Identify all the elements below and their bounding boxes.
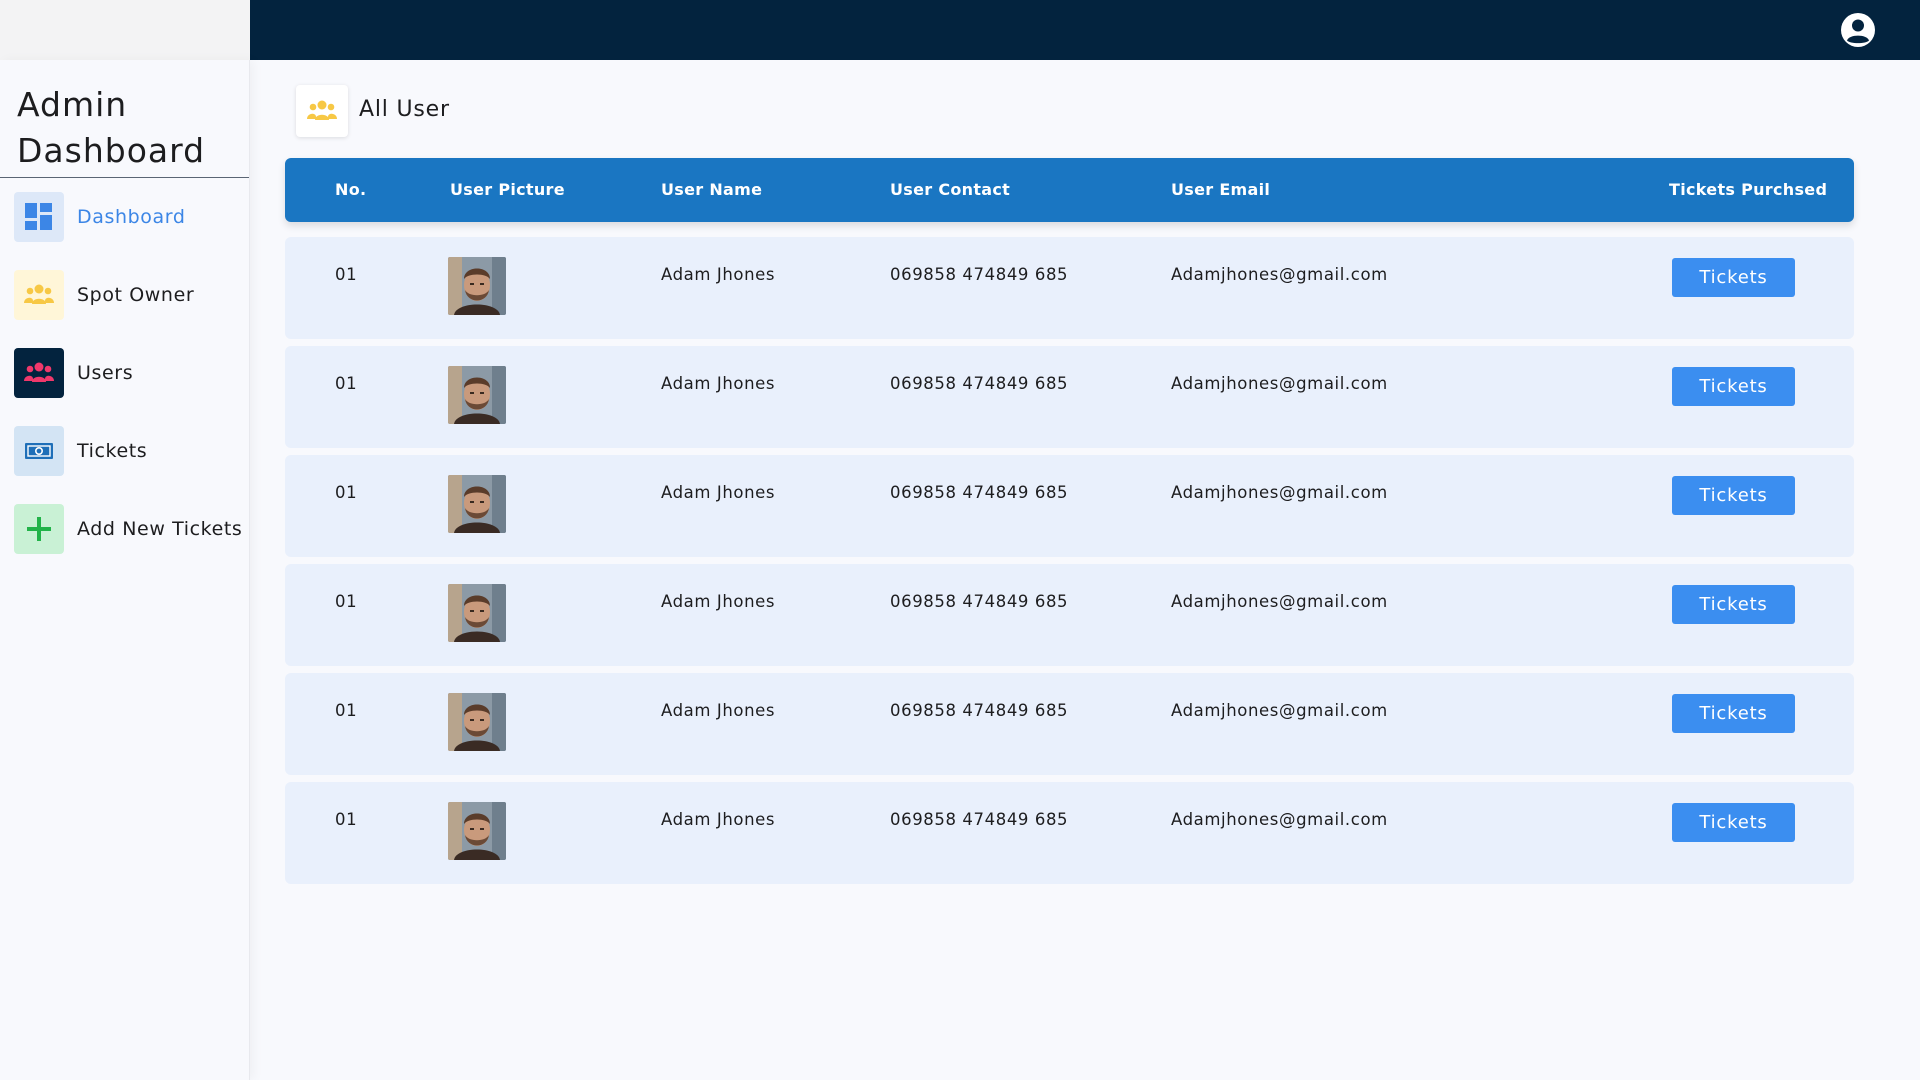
avatar <box>448 257 506 315</box>
sidebar-title-line2: Dashboard <box>17 131 206 170</box>
column-header-contact: User Contact <box>890 180 1011 199</box>
sidebar-item-add-new-tickets[interactable]: Add New Tickets <box>0 490 249 568</box>
user-email: Adamjhones@gmail.com <box>1171 483 1388 502</box>
row-number: 01 <box>335 374 358 393</box>
user-name: Adam Jhones <box>661 374 776 393</box>
sidebar-item-tickets[interactable]: Tickets <box>0 412 249 490</box>
sidebar-item-users[interactable]: Users <box>0 334 249 412</box>
plus-icon <box>14 504 64 554</box>
sidebar-item-dashboard[interactable]: Dashboard <box>0 178 249 256</box>
top-bar <box>0 0 1920 60</box>
table-row: 01 Adam Jhones 069858 474849 685 Adamjhones… <box>285 455 1854 557</box>
user-contact: 069858 474849 685 <box>890 265 1069 284</box>
column-header-tickets: Tickets Purchsed <box>1669 180 1828 199</box>
sidebar-nav: Dashboard Spot Owner Users Tickets Add N… <box>0 178 249 568</box>
user-email: Adamjhones@gmail.com <box>1171 701 1388 720</box>
table-row: 01 Adam Jhones 069858 474849 685 Adamjhones… <box>285 346 1854 448</box>
column-header-email: User Email <box>1171 180 1271 199</box>
user-contact: 069858 474849 685 <box>890 810 1069 829</box>
sidebar: Admin Dashboard Dashboard Spot Owner Use… <box>0 60 250 1080</box>
tickets-button[interactable]: Tickets <box>1672 694 1795 733</box>
tickets-button[interactable]: Tickets <box>1672 367 1795 406</box>
user-name: Adam Jhones <box>661 810 776 829</box>
tickets-button[interactable]: Tickets <box>1672 476 1795 515</box>
sidebar-title: Admin Dashboard <box>0 60 249 178</box>
table-row: 01 Adam Jhones 069858 474849 685 Adamjhones… <box>285 782 1854 884</box>
tickets-button[interactable]: Tickets <box>1672 258 1795 297</box>
avatar <box>448 584 506 642</box>
column-header-picture: User Picture <box>450 180 565 199</box>
sidebar-item-label: Spot Owner <box>77 284 195 306</box>
column-header-name: User Name <box>661 180 763 199</box>
table-row: 01 Adam Jhones 069858 474849 685 Adamjhones… <box>285 673 1854 775</box>
sidebar-title-line1: Admin <box>17 85 128 124</box>
row-number: 01 <box>335 265 358 284</box>
row-number: 01 <box>335 592 358 611</box>
users-group-icon <box>14 348 64 398</box>
user-table-body: 01 Adam Jhones 069858 474849 685 Adamjhones… <box>285 237 1854 891</box>
sidebar-item-label: Dashboard <box>77 206 186 228</box>
avatar <box>448 693 506 751</box>
ticket-money-icon <box>14 426 64 476</box>
tickets-button[interactable]: Tickets <box>1672 803 1795 842</box>
user-email: Adamjhones@gmail.com <box>1171 374 1388 393</box>
user-name: Adam Jhones <box>661 592 776 611</box>
users-group-icon <box>14 270 64 320</box>
sidebar-item-label: Add New Tickets <box>77 518 243 540</box>
column-header-no: No. <box>335 180 367 199</box>
row-number: 01 <box>335 810 358 829</box>
tickets-button[interactable]: Tickets <box>1672 585 1795 624</box>
main-content: All User No. User Picture User Name User… <box>285 60 1855 1080</box>
avatar <box>448 802 506 860</box>
user-email: Adamjhones@gmail.com <box>1171 810 1388 829</box>
page-title: All User <box>359 97 450 122</box>
user-contact: 069858 474849 685 <box>890 592 1069 611</box>
user-contact: 069858 474849 685 <box>890 701 1069 720</box>
user-contact: 069858 474849 685 <box>890 374 1069 393</box>
sidebar-item-label: Tickets <box>77 440 148 462</box>
user-circle-icon[interactable] <box>1840 12 1876 48</box>
users-group-icon <box>296 85 348 137</box>
table-row: 01 Adam Jhones 069858 474849 685 Adamjhones… <box>285 237 1854 339</box>
user-email: Adamjhones@gmail.com <box>1171 265 1388 284</box>
dashboard-grid-icon <box>14 192 64 242</box>
avatar <box>448 475 506 533</box>
sidebar-item-label: Users <box>77 362 134 384</box>
row-number: 01 <box>335 701 358 720</box>
user-name: Adam Jhones <box>661 265 776 284</box>
user-email: Adamjhones@gmail.com <box>1171 592 1388 611</box>
user-name: Adam Jhones <box>661 483 776 502</box>
avatar <box>448 366 506 424</box>
row-number: 01 <box>335 483 358 502</box>
top-bar-logo-area <box>0 0 250 60</box>
sidebar-item-spot-owner[interactable]: Spot Owner <box>0 256 249 334</box>
table-row: 01 Adam Jhones 069858 474849 685 Adamjhones… <box>285 564 1854 666</box>
user-contact: 069858 474849 685 <box>890 483 1069 502</box>
table-header: No. User Picture User Name User Contact … <box>285 158 1854 222</box>
user-name: Adam Jhones <box>661 701 776 720</box>
